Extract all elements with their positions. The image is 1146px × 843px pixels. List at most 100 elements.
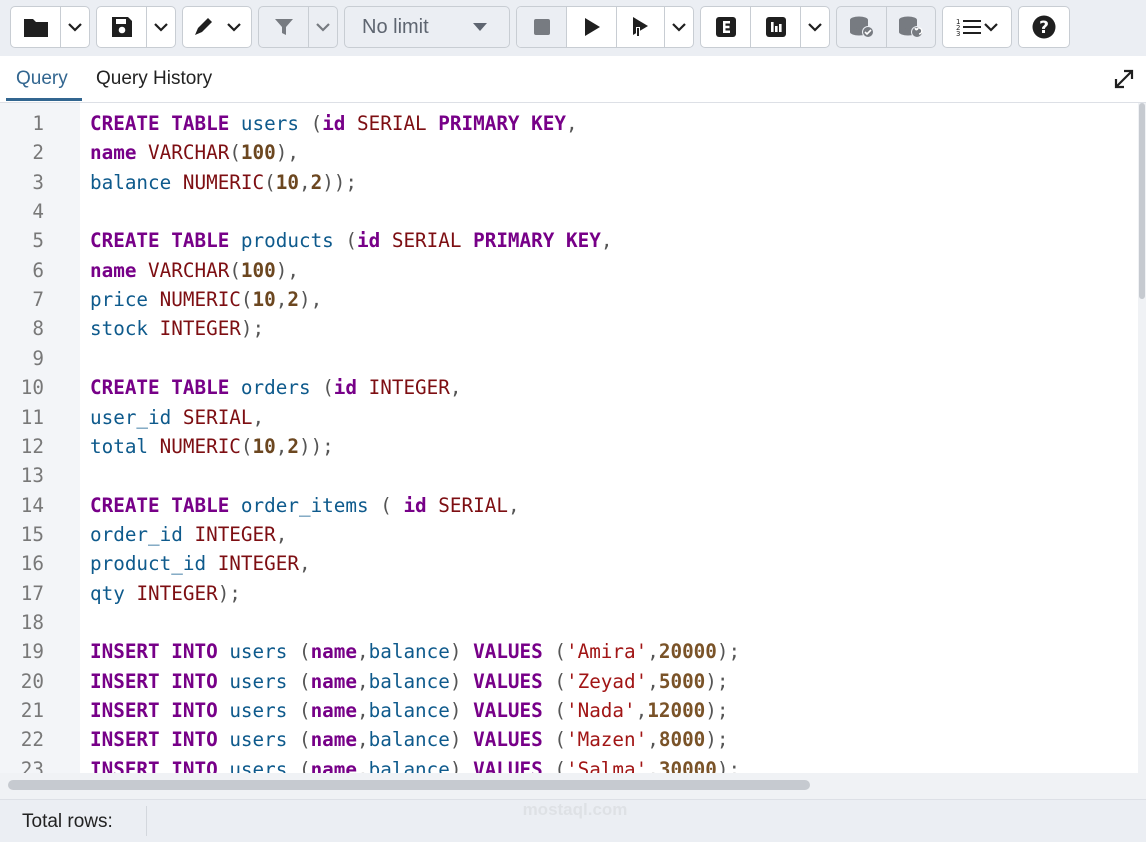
line-number: 20 <box>20 669 44 693</box>
help-button[interactable]: ? <box>1019 7 1069 47</box>
chevron-down-icon <box>984 22 998 32</box>
stop-icon <box>533 18 551 36</box>
explain-dropdown[interactable] <box>801 7 829 47</box>
line-number: 4 <box>32 200 44 224</box>
code-text: CREATE TABLE products (id SERIAL PRIMARY… <box>90 229 613 253</box>
line-number: 22 <box>20 728 44 752</box>
save-group <box>96 6 176 48</box>
macros-button[interactable]: 123 <box>943 7 1011 47</box>
transaction-group <box>836 6 936 48</box>
macros-group: 123 <box>942 6 1012 48</box>
line-number: 16 <box>20 552 44 576</box>
code-text: INSERT INTO users (name,balance) VALUES … <box>90 699 729 722</box>
line-number: 10 <box>20 376 44 400</box>
query-tabs: Query Query History <box>0 56 1146 103</box>
commit-icon <box>848 15 876 39</box>
code-text: INSERT INTO users (name,balance) VALUES … <box>90 728 729 752</box>
execute-dropdown[interactable] <box>665 7 693 47</box>
code-text: INSERT INTO users (name,balance) VALUES … <box>90 757 741 773</box>
caret-down-icon <box>473 18 487 36</box>
code-text: name VARCHAR(100), <box>90 258 299 282</box>
line-number: 2 <box>32 141 44 165</box>
line-number: 19 <box>20 640 44 664</box>
vertical-scrollbar[interactable] <box>1138 103 1146 773</box>
line-number: 18 <box>20 610 44 634</box>
explain-group <box>700 6 830 48</box>
row-limit-value: No limit <box>362 15 429 38</box>
open-file-group <box>10 6 90 48</box>
total-rows-label: Total rows: <box>22 811 113 832</box>
edit-menu-button[interactable] <box>183 7 251 47</box>
code-text: CREATE TABLE orders (id INTEGER, <box>90 376 462 400</box>
explain-analyze-icon <box>765 16 787 38</box>
filter-button[interactable] <box>259 7 309 47</box>
horizontal-scrollbar-thumb[interactable] <box>8 780 810 790</box>
code-text: INSERT INTO users (name,balance) VALUES … <box>90 669 729 693</box>
line-number: 11 <box>20 405 44 429</box>
sql-editor[interactable]: 1 CREATE TABLE users (id SERIAL PRIMARY K… <box>0 103 1146 773</box>
line-number: 9 <box>32 346 44 370</box>
open-file-button[interactable] <box>11 7 61 47</box>
stop-button[interactable] <box>517 7 567 47</box>
tab-query-history[interactable]: Query History <box>96 56 212 102</box>
svg-text:3: 3 <box>956 30 960 37</box>
chevron-down-icon <box>154 22 168 32</box>
filter-icon <box>274 17 294 37</box>
code-text: order_id INTEGER, <box>90 522 288 546</box>
line-number: 15 <box>20 522 44 546</box>
code-text: total NUMERIC(10,2)); <box>90 434 334 458</box>
line-number: 17 <box>20 581 44 605</box>
rollback-icon <box>897 15 925 39</box>
execute-script-button[interactable] <box>617 7 665 47</box>
line-number: 21 <box>20 699 44 722</box>
macros-list-icon: 123 <box>956 17 982 37</box>
row-limit-select[interactable]: No limit <box>344 6 510 48</box>
line-number: 6 <box>32 258 44 282</box>
explain-button[interactable] <box>701 7 751 47</box>
vertical-scrollbar-thumb[interactable] <box>1139 103 1145 299</box>
open-file-dropdown[interactable] <box>61 7 89 47</box>
code-text: CREATE TABLE users (id SERIAL PRIMARY KE… <box>90 112 578 135</box>
line-number: 13 <box>20 464 44 488</box>
code-text: price NUMERIC(10,2), <box>90 288 323 312</box>
line-number: 12 <box>20 434 44 458</box>
play-step-icon <box>631 16 651 38</box>
save-button[interactable] <box>97 7 147 47</box>
help-group: ? <box>1018 6 1070 48</box>
filter-dropdown[interactable] <box>309 7 337 47</box>
line-number: 14 <box>20 493 44 517</box>
code-text: INSERT INTO users (name,balance) VALUES … <box>90 640 741 664</box>
explain-icon <box>715 16 737 38</box>
chevron-down-icon <box>227 22 241 32</box>
code-text: name VARCHAR(100), <box>90 141 299 165</box>
horizontal-scrollbar[interactable] <box>0 773 1146 799</box>
edit-group <box>182 6 252 48</box>
line-number: 23 <box>20 757 44 773</box>
chevron-down-icon <box>316 22 330 32</box>
code-text: user_id SERIAL, <box>90 405 265 429</box>
line-number: 3 <box>32 170 44 194</box>
tab-query[interactable]: Query <box>16 56 68 102</box>
code-text: CREATE TABLE order_items ( id SERIAL, <box>90 493 520 517</box>
chevron-down-icon <box>808 22 822 32</box>
line-number: 8 <box>32 317 44 341</box>
expand-icon[interactable] <box>1113 68 1135 95</box>
save-dropdown[interactable] <box>147 7 175 47</box>
execute-button[interactable] <box>567 7 617 47</box>
status-divider <box>146 806 147 836</box>
save-icon <box>111 16 133 38</box>
rollback-button[interactable] <box>887 7 935 47</box>
folder-icon <box>23 16 49 38</box>
line-number: 5 <box>32 229 44 253</box>
active-tab-indicator <box>6 98 82 101</box>
line-number: 7 <box>32 288 44 312</box>
explain-analyze-button[interactable] <box>751 7 801 47</box>
chevron-down-icon <box>68 22 82 32</box>
commit-button[interactable] <box>837 7 887 47</box>
line-number: 1 <box>32 112 44 135</box>
code-text: qty INTEGER); <box>90 581 241 605</box>
execute-group <box>516 6 694 48</box>
play-icon <box>583 17 601 37</box>
pen-icon <box>193 17 221 37</box>
filter-group <box>258 6 338 48</box>
